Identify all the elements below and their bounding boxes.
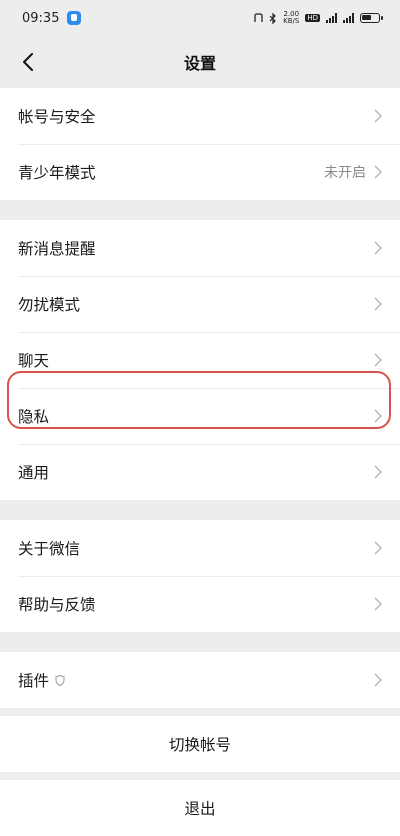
menu-item-privacy[interactable]: 隐私 <box>0 388 400 444</box>
menu-item-label: 关于微信 <box>18 540 81 558</box>
chevron-right-icon <box>374 541 382 555</box>
signal-icon-1 <box>326 13 337 23</box>
chevron-right-icon <box>374 241 382 255</box>
section-gap <box>0 772 400 780</box>
nav-bar: 设置 <box>0 36 400 88</box>
menu-item-label: 帐号与安全 <box>18 108 96 126</box>
menu-item-label: 新消息提醒 <box>18 240 96 258</box>
status-right: 2.00 KB/S HD <box>254 10 383 25</box>
menu-item-label: 插件 <box>18 672 50 690</box>
hd-icon: HD <box>305 14 320 22</box>
battery-icon <box>360 13 383 23</box>
chevron-right-icon <box>374 465 382 479</box>
app-notification-icon <box>67 11 82 25</box>
chevron-right-icon <box>374 353 382 367</box>
section-gap <box>0 632 400 652</box>
menu-item-label: 帮助与反馈 <box>18 596 96 614</box>
menu-item-plugins[interactable]: 插件 <box>0 652 400 708</box>
menu-item-label-wrap: 插件 <box>18 669 374 691</box>
settings-group-about: 关于微信 帮助与反馈 <box>0 520 400 632</box>
menu-item-general[interactable]: 通用 <box>0 444 400 500</box>
menu-item-help-feedback[interactable]: 帮助与反馈 <box>0 576 400 632</box>
status-time: 09:35 <box>22 10 60 26</box>
menu-item-label: 聊天 <box>18 352 50 370</box>
settings-group-messages: 新消息提醒 勿扰模式 聊天 隐私 通用 <box>0 220 400 500</box>
chevron-right-icon <box>374 297 382 311</box>
chevron-right-icon <box>374 673 382 687</box>
menu-item-account-security[interactable]: 帐号与安全 <box>0 88 400 144</box>
section-gap <box>0 200 400 220</box>
settings-group-plugins: 插件 <box>0 652 400 708</box>
menu-item-do-not-disturb[interactable]: 勿扰模式 <box>0 276 400 332</box>
chevron-right-icon <box>374 109 382 123</box>
status-bar: 09:35 2.00 KB/S HD <box>0 0 400 36</box>
section-gap <box>0 500 400 520</box>
status-left: 09:35 <box>22 10 82 26</box>
bluetooth-icon <box>269 12 276 24</box>
menu-item-about-wechat[interactable]: 关于微信 <box>0 520 400 576</box>
chevron-right-icon <box>374 409 382 423</box>
switch-account-button[interactable]: 切换帐号 <box>0 716 400 772</box>
settings-group-account: 帐号与安全 青少年模式 未开启 <box>0 88 400 200</box>
menu-item-label: 通用 <box>18 464 50 482</box>
chevron-left-icon <box>23 53 33 71</box>
logout-button[interactable]: 退出 <box>0 780 400 836</box>
menu-item-label: 勿扰模式 <box>18 296 81 314</box>
menu-item-chat[interactable]: 聊天 <box>0 332 400 388</box>
chevron-right-icon <box>374 165 382 179</box>
net-speed: 2.00 KB/S <box>283 10 300 25</box>
page-title: 设置 <box>183 54 216 73</box>
shield-icon <box>55 674 65 686</box>
chevron-right-icon <box>374 597 382 611</box>
signal-icon-2 <box>343 13 354 23</box>
menu-item-label: 青少年模式 <box>18 164 96 182</box>
menu-item-teen-mode[interactable]: 青少年模式 未开启 <box>0 144 400 200</box>
back-button[interactable] <box>12 46 44 78</box>
menu-item-new-message-notification[interactable]: 新消息提醒 <box>0 220 400 276</box>
menu-item-label: 隐私 <box>18 408 50 426</box>
nfc-icon <box>254 13 263 22</box>
section-gap <box>0 708 400 716</box>
menu-item-value: 未开启 <box>324 165 366 181</box>
